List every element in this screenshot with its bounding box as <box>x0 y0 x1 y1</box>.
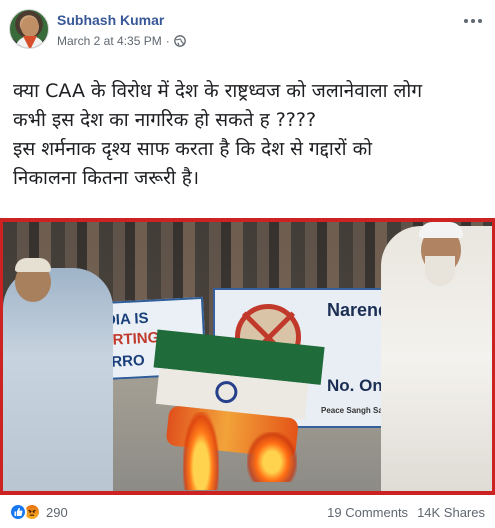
man-left <box>3 258 113 491</box>
reaction-count: 290 <box>46 504 68 520</box>
fire-icon <box>183 412 219 490</box>
post-text-line: क्या CAA के विरोध में देश के राष्ट्रध्वज… <box>13 80 423 102</box>
more-dot <box>464 19 468 23</box>
more-dot <box>478 19 482 23</box>
burning-flag <box>145 329 325 463</box>
engagement-stats: 19 Comments 14K Shares <box>327 505 485 520</box>
more-dot <box>471 19 475 23</box>
banner-right-text: Narend <box>327 300 390 320</box>
like-icon <box>9 503 27 521</box>
post-header: Subhash Kumar March 2 at 4:35 PM · <box>9 9 489 53</box>
post-text: क्या CAA के विरोध में देश के राष्ट्रध्वज… <box>13 77 483 193</box>
post-footer: 290 19 Comments 14K Shares <box>0 495 495 528</box>
shares-link[interactable]: 14K Shares <box>417 505 485 520</box>
post-text-line: कभी इस देश का नागरिक हो सकते ह ???? <box>13 109 317 131</box>
post-meta: March 2 at 4:35 PM · <box>57 34 186 48</box>
photo-content: INDIA IS PORTING TERRO Narend No. One T … <box>3 222 492 491</box>
post-text-line: निकालना कितना जरूरी है। <box>13 167 200 189</box>
post-timestamp[interactable]: March 2 at 4:35 PM <box>57 34 162 48</box>
author-avatar[interactable] <box>9 9 49 49</box>
man-right <box>381 222 492 491</box>
post-text-line: इस शर्मनाक दृश्य साफ करता है कि देश से ग… <box>13 138 373 160</box>
more-horizontal-icon[interactable] <box>461 11 485 31</box>
fire-icon <box>247 432 297 482</box>
meta-separator: · <box>165 34 170 48</box>
man-right-cap <box>419 222 463 238</box>
post-photo[interactable]: INDIA IS PORTING TERRO Narend No. One T … <box>0 218 495 495</box>
globe-icon[interactable] <box>173 35 186 47</box>
author-name[interactable]: Subhash Kumar <box>57 12 164 28</box>
comments-link[interactable]: 19 Comments <box>327 505 408 520</box>
facebook-post: Subhash Kumar March 2 at 4:35 PM · क्या … <box>0 0 495 528</box>
reactions-summary[interactable]: 290 <box>9 503 68 521</box>
man-right-beard <box>425 256 455 286</box>
avatar-face <box>21 17 39 37</box>
man-left-cap <box>15 258 51 272</box>
